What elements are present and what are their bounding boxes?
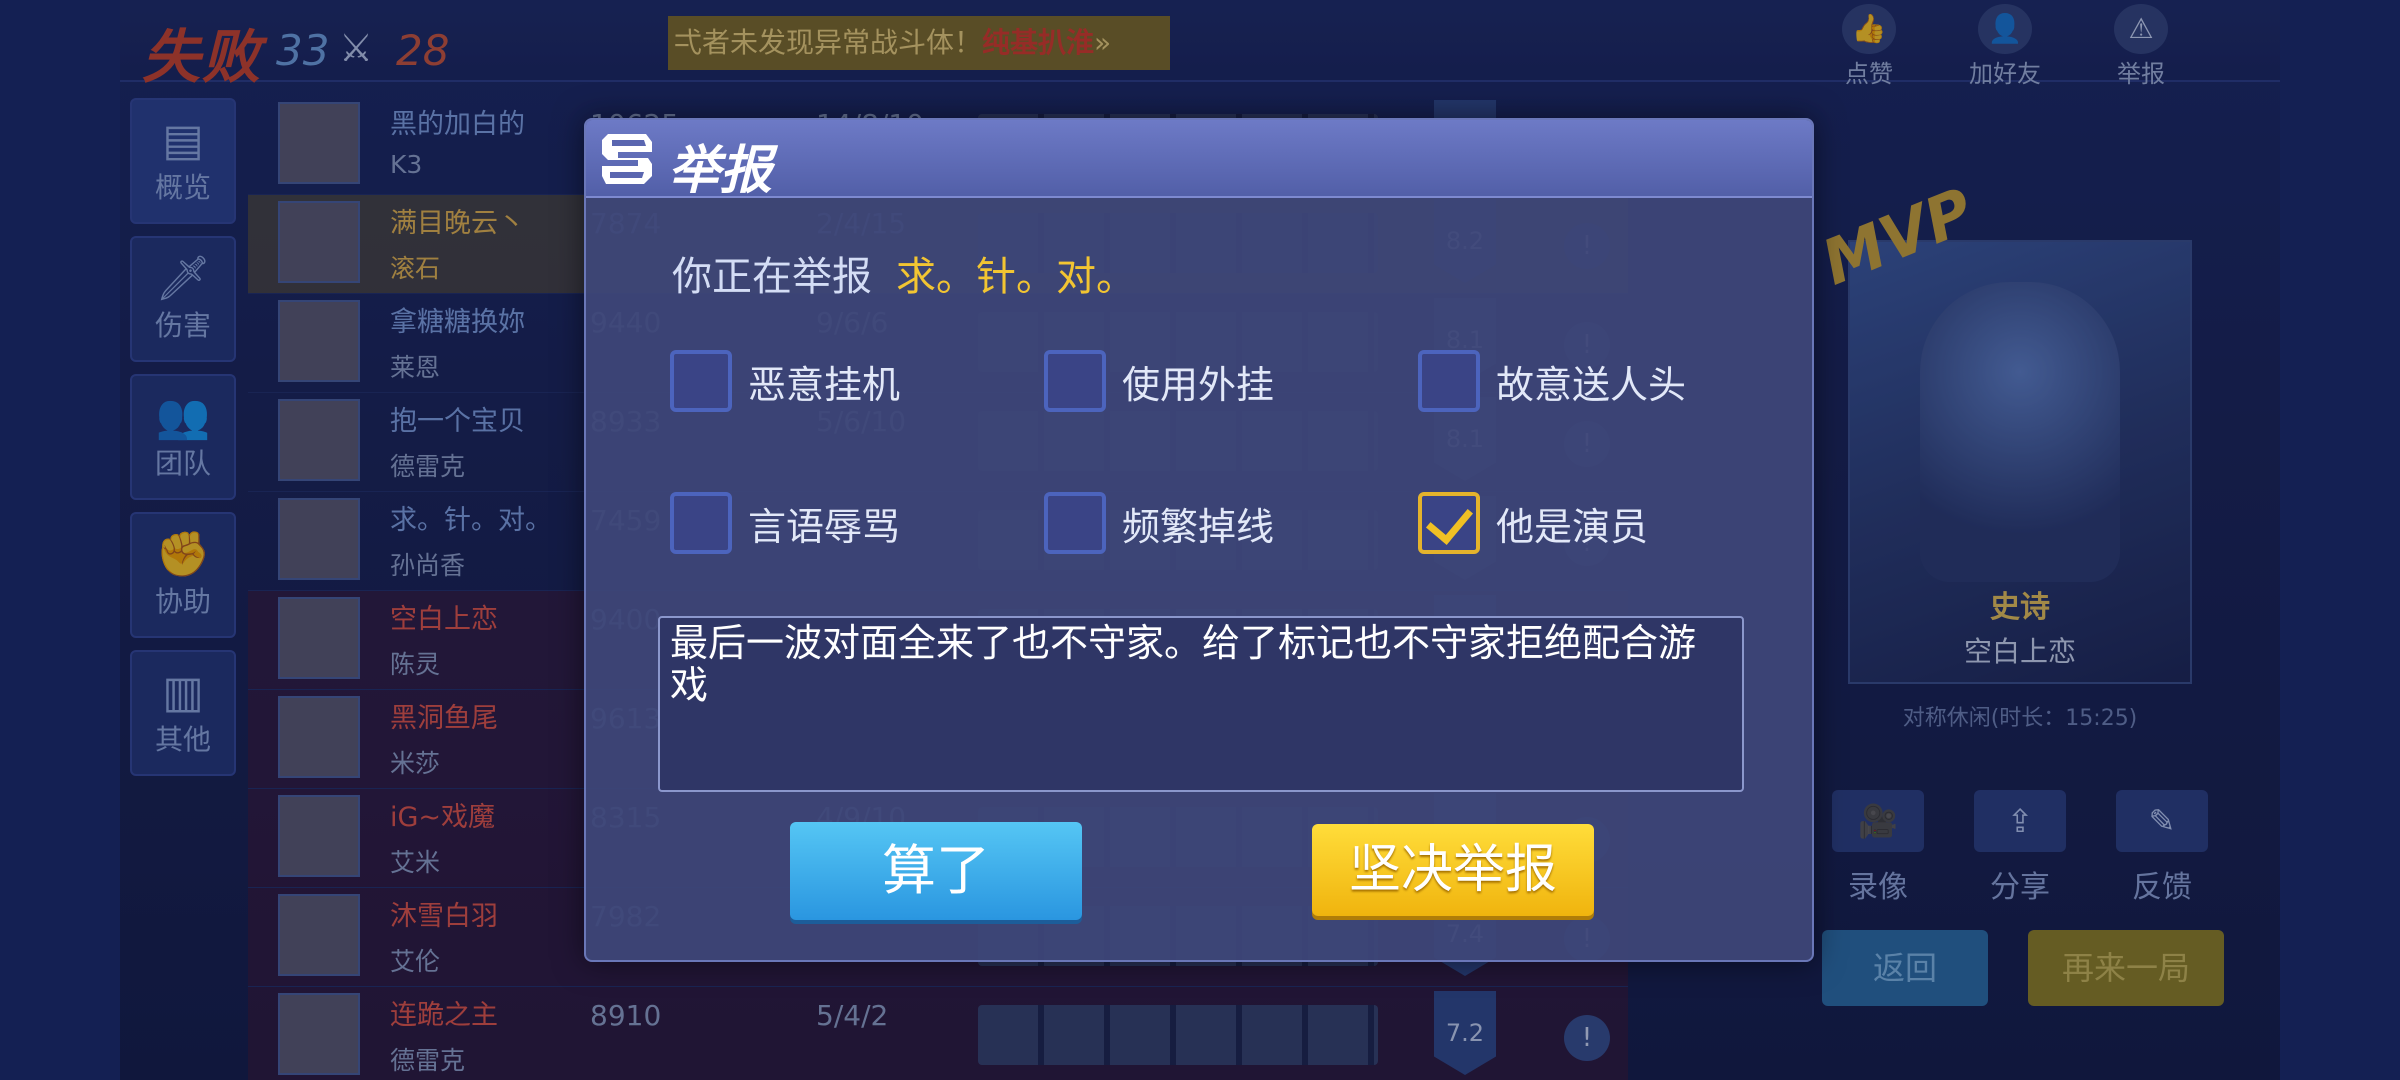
cancel-button[interactable]: 算了: [790, 822, 1082, 920]
dialog-title: 举报: [668, 141, 773, 201]
option-verbal-abuse[interactable]: 言语辱骂: [670, 490, 900, 556]
game-logo-icon: [602, 134, 652, 184]
option-afk[interactable]: 恶意挂机: [670, 348, 900, 414]
option-cheating-label: 使用外挂: [1122, 362, 1275, 407]
option-disconnect-label: 频繁掉线: [1122, 504, 1275, 549]
option-actor[interactable]: 他是演员: [1418, 490, 1648, 556]
checkbox-actor[interactable]: [1418, 492, 1480, 554]
checkbox-verbal-abuse[interactable]: [670, 492, 732, 554]
report-target-name: 求。针。对。: [896, 254, 1136, 300]
report-comment-field[interactable]: 最后一波对面全来了也不守家。给了标记也不守家拒绝配合游戏: [658, 616, 1744, 792]
checkbox-disconnect[interactable]: [1044, 492, 1106, 554]
checkbox-afk[interactable]: [670, 350, 732, 412]
option-feeding-label: 故意送人头: [1496, 362, 1687, 407]
report-target-line: 你正在举报 求。针。对。: [672, 244, 1136, 302]
confirm-report-button[interactable]: 坚决举报: [1312, 824, 1594, 916]
checkbox-feeding[interactable]: [1418, 350, 1480, 412]
option-cheating[interactable]: 使用外挂: [1044, 348, 1274, 414]
option-feeding[interactable]: 故意送人头: [1418, 348, 1686, 414]
checkbox-cheating[interactable]: [1044, 350, 1106, 412]
option-disconnect[interactable]: 频繁掉线: [1044, 490, 1274, 556]
report-dialog: 举报 你正在举报 求。针。对。 恶意挂机 使用外挂 故意送人头 言语辱骂 频繁掉线…: [584, 118, 1814, 962]
dialog-header: 举报: [586, 120, 1812, 201]
option-afk-label: 恶意挂机: [748, 362, 901, 407]
option-verbal-abuse-label: 言语辱骂: [748, 504, 901, 549]
option-actor-label: 他是演员: [1496, 504, 1649, 549]
report-target-prefix: 你正在举报: [672, 254, 872, 300]
